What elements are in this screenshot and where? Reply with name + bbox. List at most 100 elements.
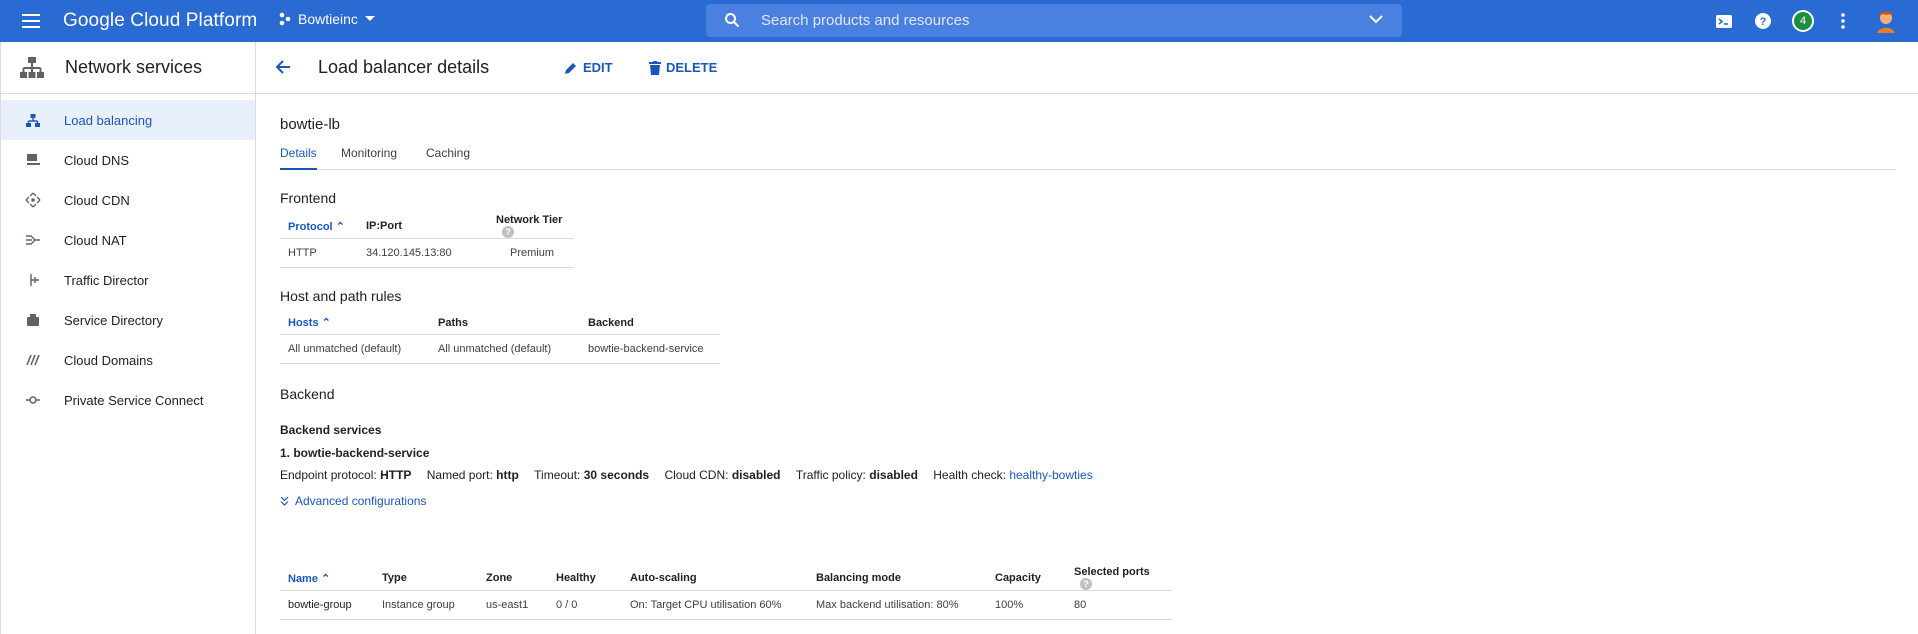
column-header-healthy: Healthy [548,566,622,592]
advanced-configurations-label: Advanced configurations [295,494,427,508]
sidebar-item-traffic-director[interactable]: Traffic Director [1,260,255,300]
frontend-table: Protocol ⌃ IP:Port Network Tier? HTTP 34… [280,214,574,269]
back-arrow-icon[interactable] [274,58,292,76]
table-header-row: Protocol ⌃ IP:Port Network Tier? [280,214,574,240]
host-path-heading: Host and path rules [280,288,402,304]
help-icon[interactable]: ? [502,226,514,239]
table-header-row: Hosts ⌃ Paths Backend [280,312,720,335]
private-service-connect-icon [23,394,43,406]
project-selector[interactable]: Bowtieinc [278,11,376,27]
page-header: Load balancer details EDIT DELETE [256,42,1918,94]
main-content: Load balancer details EDIT DELETE bowtie… [256,42,1918,634]
endpoint-protocol-value: HTTP [380,468,412,482]
table-cell: bowtie-group [280,590,374,621]
nat-icon [23,233,43,247]
notifications-badge[interactable]: 4 [1792,10,1814,32]
named-port-value: http [496,468,519,482]
sidebar-item-label: Service Directory [64,312,163,328]
backend-services-heading: Backend services [280,423,382,437]
table-cell: us-east1 [478,590,548,621]
top-bar: Google Cloud Platform Bowtieinc Search p… [0,0,1918,42]
cloud-cdn-value: disabled [731,468,781,482]
table-cell: 80 [1066,590,1172,621]
pencil-icon [565,62,576,74]
named-port-label: Named port: [426,468,493,482]
chevron-down-icon[interactable] [1368,13,1384,25]
network-services-icon [20,56,44,78]
table-cell: HTTP [280,238,358,269]
column-header-zone: Zone [478,566,548,592]
table-cell: Max backend utilisation: 80% [808,590,987,621]
sidebar-item-cloud-domains[interactable]: Cloud Domains [1,340,255,380]
backend-heading: Backend [280,386,335,402]
help-icon[interactable]: ? [1752,10,1774,32]
sort-up-icon: ⌃ [321,572,331,585]
table-cell: On: Target CPU utilisation 60% [622,590,808,621]
backend-service-name: 1. bowtie-backend-service [280,446,430,460]
table-cell: All unmatched (default) [280,334,430,364]
delete-label: DELETE [666,60,718,75]
edit-button[interactable]: EDIT [564,60,613,75]
cdn-icon [23,192,43,208]
sidebar-item-load-balancing[interactable]: Load balancing [1,100,255,140]
column-header-protocol[interactable]: Protocol ⌃ [280,214,358,240]
column-header-hosts[interactable]: Hosts ⌃ [280,312,430,335]
column-header-name[interactable]: Name ⌃ [280,566,374,592]
sidebar-item-label: Load balancing [64,112,153,128]
sidebar-item-service-directory[interactable]: Service Directory [1,300,255,340]
help-icon[interactable]: ? [1080,578,1092,591]
table-cell: Instance group [374,590,478,621]
cloud-cdn-label: Cloud CDN: [664,468,729,482]
advanced-configurations-toggle[interactable]: Advanced configurations [280,494,426,508]
trash-icon [649,60,661,75]
delete-button[interactable]: DELETE [649,60,717,75]
avatar[interactable] [1873,7,1899,33]
sidebar-item-label: Cloud Domains [64,352,153,368]
sidebar-item-label: Cloud CDN [64,192,130,208]
more-vert-icon[interactable] [1832,10,1854,32]
hamburger-menu-icon[interactable] [19,10,43,32]
traffic-policy-value: disabled [869,468,918,482]
table-header-row: Name ⌃ Type Zone Healthy Auto-scaling Ba… [280,566,1172,592]
endpoint-protocol-label: Endpoint protocol: [280,468,377,482]
tab-caching[interactable]: Caching [426,146,470,170]
backend-service-properties: Endpoint protocol: HTTP Named port: http… [280,468,1093,482]
column-header-selected-ports: Selected ports? [1066,566,1172,592]
project-name: Bowtieinc [298,11,358,27]
tab-monitoring[interactable]: Monitoring [341,146,397,170]
sidebar-item-private-service-connect[interactable]: Private Service Connect [1,380,255,420]
sidebar-item-label: Private Service Connect [64,392,204,408]
sidebar-item-cloud-nat[interactable]: Cloud NAT [1,220,255,260]
brand-title[interactable]: Google Cloud Platform [63,10,257,32]
search-input[interactable]: Search products and resources [761,12,969,29]
sort-up-icon: ⌃ [335,220,345,233]
load-balancing-icon [23,113,43,127]
edit-label: EDIT [583,60,613,75]
sidebar-item-label: Cloud NAT [64,232,127,248]
tab-details[interactable]: Details [280,146,317,170]
table-cell: 100% [987,590,1066,621]
dns-icon [23,154,43,166]
table-cell: 34.120.145.13:80 [358,238,488,269]
health-check-link[interactable]: healthy-bowties [1009,468,1092,482]
sort-up-icon: ⌃ [321,317,331,330]
page-title: Load balancer details [318,57,490,77]
timeout-value: 30 seconds [583,468,650,482]
column-header-network-tier: Network Tier? [488,214,574,240]
domains-icon [23,354,43,366]
tab-bar: Details Monitoring Caching [280,142,1896,170]
svg-text:?: ? [1760,16,1767,28]
sidebar-item-cloud-cdn[interactable]: Cloud CDN [1,180,255,220]
cloud-shell-icon[interactable] [1713,10,1735,32]
column-header-auto-scaling: Auto-scaling [622,566,808,592]
table-row: All unmatched (default) All unmatched (d… [280,334,720,364]
table-row: HTTP 34.120.145.13:80 Premium [280,238,574,269]
project-icon [279,12,291,26]
table-cell: All unmatched (default) [430,334,580,364]
search-bar[interactable]: Search products and resources [706,4,1402,37]
sidebar-item-cloud-dns[interactable]: Cloud DNS [1,140,255,180]
load-balancer-name: bowtie-lb [280,116,341,133]
double-chevron-down-icon [280,496,289,506]
table-cell: 0 / 0 [548,590,622,621]
table-cell: bowtie-backend-service [580,334,720,364]
